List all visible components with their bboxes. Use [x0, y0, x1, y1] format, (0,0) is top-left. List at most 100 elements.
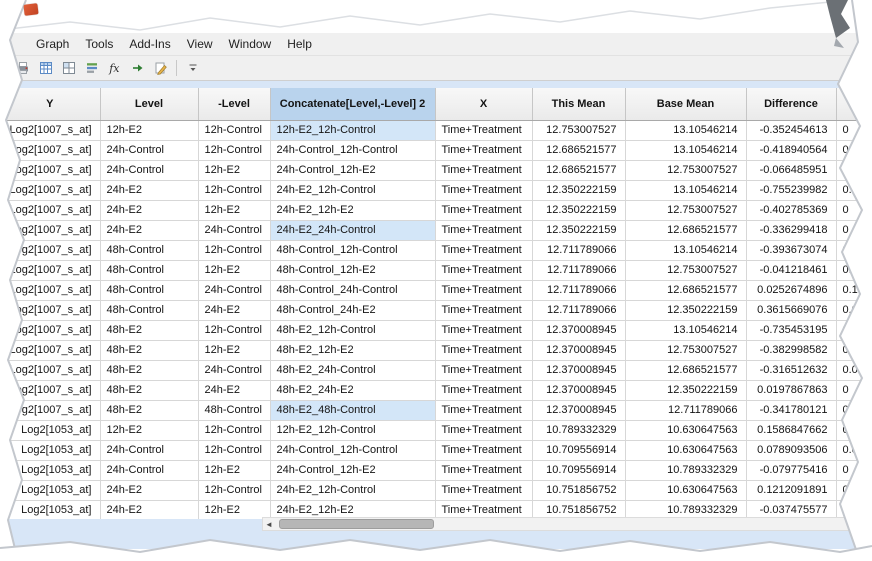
cell-level[interactable]: 24h-E2 — [100, 480, 198, 500]
cell-partial[interactable]: 0 — [836, 240, 872, 260]
cell-base-mean[interactable]: 10.789332329 — [625, 460, 746, 480]
cell-neg-level[interactable]: 12h-Control — [198, 180, 270, 200]
cell-y[interactable]: Log2[1007_s_at] — [0, 400, 100, 420]
cell-partial[interactable]: 0.0 — [836, 180, 872, 200]
cell-neg-level[interactable]: 12h-Control — [198, 120, 270, 140]
cell-level[interactable]: 48h-Control — [100, 240, 198, 260]
cell-x[interactable]: Time+Treatment — [435, 180, 532, 200]
cell-this-mean[interactable]: 12.711789066 — [532, 300, 625, 320]
cell-difference[interactable]: -0.336299418 — [746, 220, 836, 240]
cell-difference[interactable]: 0.1586847662 — [746, 420, 836, 440]
cell-y[interactable]: Log2[1007_s_at] — [0, 220, 100, 240]
cell-base-mean[interactable]: 13.10546214 — [625, 120, 746, 140]
cell-level[interactable]: 24h-E2 — [100, 200, 198, 220]
column-header-y[interactable]: Y — [0, 88, 100, 120]
cell-concat-level[interactable]: 24h-Control_12h-Control — [270, 140, 435, 160]
cell-neg-level[interactable]: 24h-Control — [198, 280, 270, 300]
cell-partial[interactable]: 0 — [836, 120, 872, 140]
annotate-button[interactable] — [150, 58, 171, 79]
cell-this-mean[interactable]: 12.753007527 — [532, 120, 625, 140]
cell-x[interactable]: Time+Treatment — [435, 260, 532, 280]
cell-concat-level[interactable]: 48h-Control_12h-Control — [270, 240, 435, 260]
cell-this-mean[interactable]: 12.350222159 — [532, 180, 625, 200]
cell-level[interactable]: 24h-Control — [100, 160, 198, 180]
cell-y[interactable]: Log2[1007_s_at] — [0, 360, 100, 380]
cell-partial[interactable]: 0.0 — [836, 360, 872, 380]
column-header-concat-level[interactable]: Concatenate[Level,-Level] 2 — [270, 88, 435, 120]
cell-base-mean[interactable]: 13.10546214 — [625, 180, 746, 200]
cell-partial[interactable]: 0 — [836, 220, 872, 240]
cell-level[interactable]: 12h-E2 — [100, 420, 198, 440]
column-header-base-mean[interactable]: Base Mean — [625, 88, 746, 120]
cell-neg-level[interactable]: 12h-E2 — [198, 200, 270, 220]
cell-concat-level[interactable]: 48h-E2_24h-Control — [270, 360, 435, 380]
cell-y[interactable]: Log2[1007_s_at] — [0, 280, 100, 300]
cell-partial[interactable]: 0.1 — [836, 280, 872, 300]
run-script-button[interactable] — [127, 58, 148, 79]
cell-this-mean[interactable]: 12.711789066 — [532, 280, 625, 300]
cell-x[interactable]: Time+Treatment — [435, 320, 532, 340]
cell-x[interactable]: Time+Treatment — [435, 160, 532, 180]
cell-level[interactable]: 24h-Control — [100, 460, 198, 480]
cell-neg-level[interactable]: 12h-Control — [198, 440, 270, 460]
cell-x[interactable]: Time+Treatment — [435, 480, 532, 500]
cell-concat-level[interactable]: 24h-Control_12h-E2 — [270, 160, 435, 180]
cell-y[interactable]: Log2[1007_s_at] — [0, 380, 100, 400]
cell-difference[interactable]: -0.382998582 — [746, 340, 836, 360]
column-header-level[interactable]: Level — [100, 88, 198, 120]
cell-level[interactable]: 12h-E2 — [100, 120, 198, 140]
cell-difference[interactable]: -0.041218461 — [746, 260, 836, 280]
cell-x[interactable]: Time+Treatment — [435, 440, 532, 460]
cell-base-mean[interactable]: 10.630647563 — [625, 420, 746, 440]
cell-this-mean[interactable]: 12.686521577 — [532, 140, 625, 160]
cell-base-mean[interactable]: 10.630647563 — [625, 440, 746, 460]
menu-item-tools[interactable]: Tools — [77, 35, 121, 53]
formula-editor-button[interactable]: fx — [104, 58, 125, 79]
column-header-difference[interactable]: Difference — [746, 88, 836, 120]
column-header-this-mean[interactable]: This Mean — [532, 88, 625, 120]
cell-x[interactable]: Time+Treatment — [435, 380, 532, 400]
menu-item-help[interactable]: Help — [279, 35, 320, 53]
cell-base-mean[interactable]: 10.630647563 — [625, 480, 746, 500]
cell-base-mean[interactable]: 12.350222159 — [625, 380, 746, 400]
cell-base-mean[interactable]: 12.711789066 — [625, 400, 746, 420]
menu-item-window[interactable]: Window — [221, 35, 280, 53]
cell-level[interactable]: 48h-Control — [100, 280, 198, 300]
cell-level[interactable]: 24h-E2 — [100, 220, 198, 240]
cell-difference[interactable]: -0.735453195 — [746, 320, 836, 340]
cell-this-mean[interactable]: 10.709556914 — [532, 440, 625, 460]
cell-base-mean[interactable]: 13.10546214 — [625, 240, 746, 260]
cell-base-mean[interactable]: 13.10546214 — [625, 320, 746, 340]
cell-base-mean[interactable]: 12.686521577 — [625, 360, 746, 380]
scrollbar-left-arrow-icon[interactable]: ◄ — [265, 519, 273, 530]
scrollbar-thumb[interactable] — [279, 519, 434, 529]
cell-y[interactable]: Log2[1053_at] — [0, 460, 100, 480]
cell-this-mean[interactable]: 10.789332329 — [532, 420, 625, 440]
cell-partial[interactable]: 0 — [836, 340, 872, 360]
cell-x[interactable]: Time+Treatment — [435, 360, 532, 380]
menu-item-graph[interactable]: Graph — [28, 35, 77, 53]
cell-partial[interactable]: 0 — [836, 200, 872, 220]
cell-neg-level[interactable]: 12h-E2 — [198, 460, 270, 480]
cell-neg-level[interactable]: 48h-Control — [198, 400, 270, 420]
cell-y[interactable]: Log2[1007_s_at] — [0, 160, 100, 180]
cell-base-mean[interactable]: 12.686521577 — [625, 220, 746, 240]
cell-partial[interactable]: 0 — [836, 460, 872, 480]
cell-y[interactable]: Log2[1007_s_at] — [0, 300, 100, 320]
cell-level[interactable]: 24h-Control — [100, 140, 198, 160]
cell-this-mean[interactable]: 12.370008945 — [532, 360, 625, 380]
cell-y[interactable]: Log2[1007_s_at] — [0, 200, 100, 220]
cell-partial[interactable]: 0.0 — [836, 260, 872, 280]
cell-y[interactable]: Log2[1053_at] — [0, 420, 100, 440]
cell-concat-level[interactable]: 48h-E2_12h-E2 — [270, 340, 435, 360]
cell-this-mean[interactable]: 12.370008945 — [532, 400, 625, 420]
cell-difference[interactable]: 0.0789093506 — [746, 440, 836, 460]
cell-level[interactable]: 48h-E2 — [100, 380, 198, 400]
cell-level[interactable]: 24h-E2 — [100, 500, 198, 520]
cell-neg-level[interactable]: 12h-Control — [198, 480, 270, 500]
cell-x[interactable]: Time+Treatment — [435, 120, 532, 140]
cell-difference[interactable]: -0.079775416 — [746, 460, 836, 480]
cell-y[interactable]: Log2[1007_s_at] — [0, 320, 100, 340]
cell-x[interactable]: Time+Treatment — [435, 300, 532, 320]
cell-base-mean[interactable]: 12.753007527 — [625, 160, 746, 180]
